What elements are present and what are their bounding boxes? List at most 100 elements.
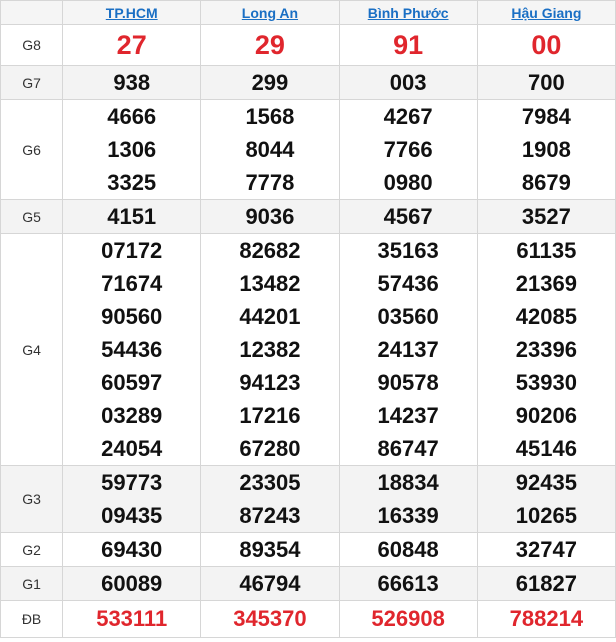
prize-cell: 61135 21369 42085 23396 53930 90206 4514…: [476, 233, 616, 466]
prize-value: 42085: [515, 304, 577, 329]
prize-value: 27: [62, 24, 202, 66]
prize-value: 60597: [101, 370, 163, 395]
prize-value: 00: [476, 24, 616, 66]
prize-value: 90206: [515, 403, 577, 428]
prize-value: 35163: [377, 238, 439, 263]
special-prize-value: 345370: [200, 600, 340, 638]
prize-value: 1908: [521, 137, 571, 162]
prize-value: 938: [62, 65, 202, 100]
prize-value: 46794: [200, 566, 340, 601]
prize-value: 61827: [476, 566, 616, 601]
prize-value: 8679: [521, 170, 571, 195]
prize-value: 32747: [476, 532, 616, 567]
prize-value: 700: [476, 65, 616, 100]
prize-value: 1568: [245, 104, 295, 129]
prize-value: 0980: [383, 170, 433, 195]
prize-value: 4666: [107, 104, 157, 129]
prize-value: 299: [200, 65, 340, 100]
province-link-tphcm[interactable]: TP.HCM: [106, 5, 158, 21]
prize-value: 16339: [377, 503, 439, 528]
prize-label-g2: G2: [0, 532, 64, 567]
prize-row-g3: G3 59773 09435 23305 87243 18834 16339 9…: [0, 465, 616, 533]
prize-value: 10265: [515, 503, 577, 528]
province-header-row: TP.HCM Long An Bình Phước Hậu Giang: [0, 0, 616, 25]
prize-value: 67280: [239, 436, 301, 461]
prize-row-g2: G2 69430 89354 60848 32747: [0, 532, 616, 567]
prize-row-special: ĐB 533111 345370 526908 788214: [0, 600, 616, 638]
prize-value: 14237: [377, 403, 439, 428]
province-link-binh-phuoc[interactable]: Bình Phước: [368, 5, 449, 21]
prize-value: 60089: [62, 566, 202, 601]
prize-value: 45146: [515, 436, 577, 461]
prize-value: 7778: [245, 170, 295, 195]
prize-value: 07172: [101, 238, 163, 263]
prize-value: 09435: [101, 503, 163, 528]
prize-cell: 07172 71674 90560 54436 60597 03289 2405…: [62, 233, 202, 466]
prize-value: 13482: [239, 271, 301, 296]
prize-value: 003: [338, 65, 478, 100]
prize-cell: 82682 13482 44201 12382 94123 17216 6728…: [200, 233, 340, 466]
prize-label-g3: G3: [0, 465, 64, 533]
prize-value: 44201: [239, 304, 301, 329]
prize-value: 23396: [515, 337, 577, 362]
prize-value: 4151: [62, 199, 202, 234]
prize-value: 18834: [377, 470, 439, 495]
header-blank-cell: [0, 0, 64, 25]
prize-cell: 18834 16339: [338, 465, 478, 533]
province-link-long-an[interactable]: Long An: [242, 5, 298, 21]
prize-row-g5: G5 4151 9036 4567 3527: [0, 199, 616, 234]
prize-value: 89354: [200, 532, 340, 567]
prize-value: 92435: [515, 470, 577, 495]
special-prize-value: 788214: [476, 600, 616, 638]
prize-value: 94123: [239, 370, 301, 395]
province-link-hau-giang[interactable]: Hậu Giang: [511, 5, 581, 21]
prize-cell: 4666 1306 3325: [62, 99, 202, 200]
prize-value: 90560: [101, 304, 163, 329]
prize-value: 24137: [377, 337, 439, 362]
prize-cell: 92435 10265: [476, 465, 616, 533]
prize-label-g6: G6: [0, 99, 64, 200]
prize-label-g7: G7: [0, 65, 64, 100]
prize-value: 24054: [101, 436, 163, 461]
prize-label-g8: G8: [0, 24, 64, 66]
prize-value: 57436: [377, 271, 439, 296]
prize-cell: 1568 8044 7778: [200, 99, 340, 200]
prize-value: 3527: [476, 199, 616, 234]
prize-row-g4: G4 07172 71674 90560 54436 60597 03289 2…: [0, 233, 616, 466]
prize-value: 86747: [377, 436, 439, 461]
prize-value: 3325: [107, 170, 157, 195]
prize-value: 59773: [101, 470, 163, 495]
special-prize-value: 533111: [62, 600, 202, 638]
prize-cell: 35163 57436 03560 24137 90578 14237 8674…: [338, 233, 478, 466]
prize-value: 87243: [239, 503, 301, 528]
prize-cell: 59773 09435: [62, 465, 202, 533]
prize-cell: 7984 1908 8679: [476, 99, 616, 200]
prize-value: 53930: [515, 370, 577, 395]
prize-row-g7: G7 938 299 003 700: [0, 65, 616, 100]
prize-label-special: ĐB: [0, 600, 64, 638]
prize-value: 03560: [377, 304, 439, 329]
prize-value: 23305: [239, 470, 301, 495]
prize-value: 7766: [383, 137, 433, 162]
prize-value: 29: [200, 24, 340, 66]
prize-value: 17216: [239, 403, 301, 428]
prize-cell: 23305 87243: [200, 465, 340, 533]
prize-label-g5: G5: [0, 199, 64, 234]
prize-value: 7984: [521, 104, 571, 129]
prize-value: 12382: [239, 337, 301, 362]
prize-row-g8: G8 27 29 91 00: [0, 24, 616, 66]
prize-value: 71674: [101, 271, 163, 296]
prize-value: 90578: [377, 370, 439, 395]
prize-value: 61135: [516, 238, 577, 263]
prize-label-g1: G1: [0, 566, 64, 601]
prize-value: 9036: [200, 199, 340, 234]
prize-label-g4: G4: [0, 233, 64, 466]
prize-value: 1306: [107, 137, 157, 162]
prize-row-g6: G6 4666 1306 3325 1568 8044 7778 4267 77…: [0, 99, 616, 200]
prize-value: 54436: [101, 337, 163, 362]
lottery-results-table: TP.HCM Long An Bình Phước Hậu Giang G8 2…: [0, 0, 616, 638]
prize-value: 60848: [338, 532, 478, 567]
prize-value: 4567: [338, 199, 478, 234]
prize-value: 8044: [245, 137, 295, 162]
prize-value: 82682: [239, 238, 301, 263]
